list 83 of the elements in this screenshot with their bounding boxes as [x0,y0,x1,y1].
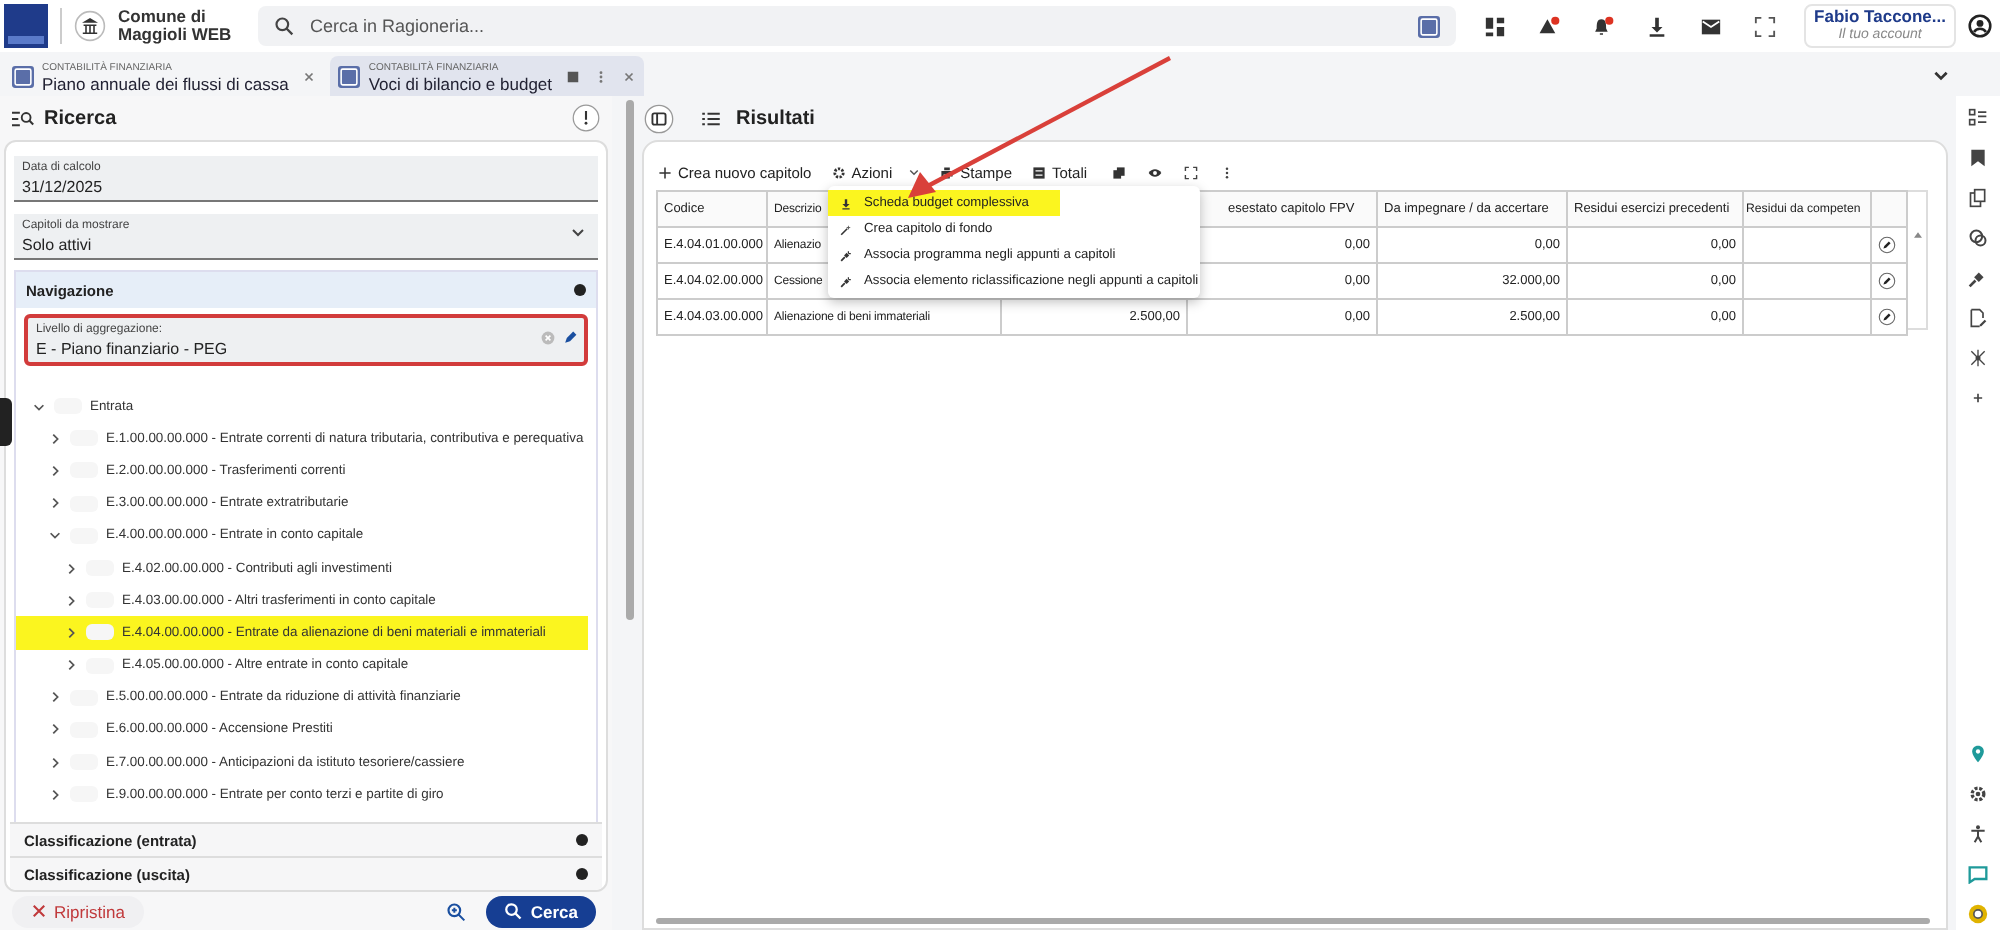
edit-icon[interactable] [1878,236,1896,254]
accessibility-icon[interactable] [1968,824,1988,844]
warning-icon[interactable] [1538,15,1561,37]
edit-icon[interactable] [1878,272,1896,290]
plus-icon[interactable] [1968,388,1988,408]
chevron-right-icon[interactable] [64,658,78,673]
scrollbar[interactable] [656,918,1930,924]
close-icon [32,904,46,918]
link-icon [840,275,852,287]
chevron-right-icon[interactable] [48,463,62,478]
list-icon [702,111,720,125]
panel-title: Risultati [736,107,815,129]
chevron-right-icon[interactable] [64,561,78,576]
logo-icon [4,4,48,48]
chevron-right-icon[interactable] [48,431,62,446]
copy-icon[interactable] [1968,188,1988,208]
map-pin-icon[interactable] [1968,744,1988,764]
search-list-icon [12,109,34,127]
settings-icon[interactable] [1968,784,1988,804]
chevron-down-icon[interactable] [1932,66,1950,84]
printer-icon [940,165,955,179]
pencil-icon[interactable] [562,330,578,346]
dashboard-icon[interactable] [1484,15,1507,37]
caret-icon [908,166,921,178]
app-icon [338,65,361,87]
panel-title: Ricerca [44,107,117,129]
chevron-right-icon[interactable] [64,625,78,640]
coins-icon[interactable] [1968,228,1988,248]
chevron-down-icon[interactable] [32,399,46,414]
dot-icon [576,868,588,881]
document-edit-icon[interactable] [1968,308,1988,328]
dot-icon [576,834,588,847]
chevron-right-icon[interactable] [64,593,78,608]
close-icon[interactable] [622,69,637,83]
gear-icon [831,165,846,179]
edit-icon[interactable] [1878,308,1896,326]
download-icon [840,197,852,209]
bookmark-icon[interactable] [1968,148,1988,168]
magic-wand-icon [840,223,852,235]
square-icon[interactable] [566,69,581,83]
chevron-right-icon[interactable] [48,722,62,737]
search-field[interactable]: Cerca in Ragioneria... [306,14,1407,38]
link-icon[interactable] [1968,268,1988,288]
fullscreen-icon[interactable] [1754,15,1777,37]
eye-icon[interactable] [1147,165,1162,179]
network-icon[interactable] [1968,348,1988,368]
search-button[interactable]: Cerca [486,895,596,927]
reset-button[interactable]: Ripristina [12,895,145,927]
mail-icon[interactable] [1700,15,1723,37]
support-icon[interactable] [1968,904,1988,924]
search-icon [274,16,294,36]
close-icon[interactable] [302,69,317,83]
copy-icon[interactable] [1111,165,1126,179]
dot-icon [574,284,586,296]
account-icon[interactable] [1968,14,1992,38]
chevron-right-icon[interactable] [48,755,62,770]
table-icon [1032,165,1047,179]
info-button[interactable] [572,104,600,132]
chevron-right-icon[interactable] [48,496,62,511]
search-bar[interactable]: Cerca in Ragioneria... [258,6,1457,46]
node-icon [86,624,114,641]
checklist-icon[interactable] [1968,108,1988,128]
link-icon [840,249,852,261]
app-icon [12,65,34,87]
organization-name: Comune di [118,8,208,26]
organization-name: Maggioli WEB [118,26,234,44]
search-icon [504,902,523,920]
sidebar-toggle-icon[interactable] [644,103,674,133]
collapse-handle[interactable] [0,398,12,446]
scroll-up-icon[interactable] [1913,232,1921,238]
scrollbar[interactable] [626,100,634,620]
chat-icon[interactable] [1968,864,1988,884]
app-icon[interactable] [1418,15,1441,37]
building-icon [74,10,106,42]
download-icon[interactable] [1646,15,1669,37]
fullscreen-icon[interactable] [1183,165,1198,179]
chevron-right-icon[interactable] [48,690,62,705]
chevron-down-icon[interactable] [48,528,62,543]
zoom-icon[interactable] [446,901,467,921]
bell-icon[interactable] [1592,15,1615,37]
chevron-down-icon[interactable] [570,224,586,240]
plus-icon [658,165,672,179]
chevron-right-icon[interactable] [48,787,62,802]
